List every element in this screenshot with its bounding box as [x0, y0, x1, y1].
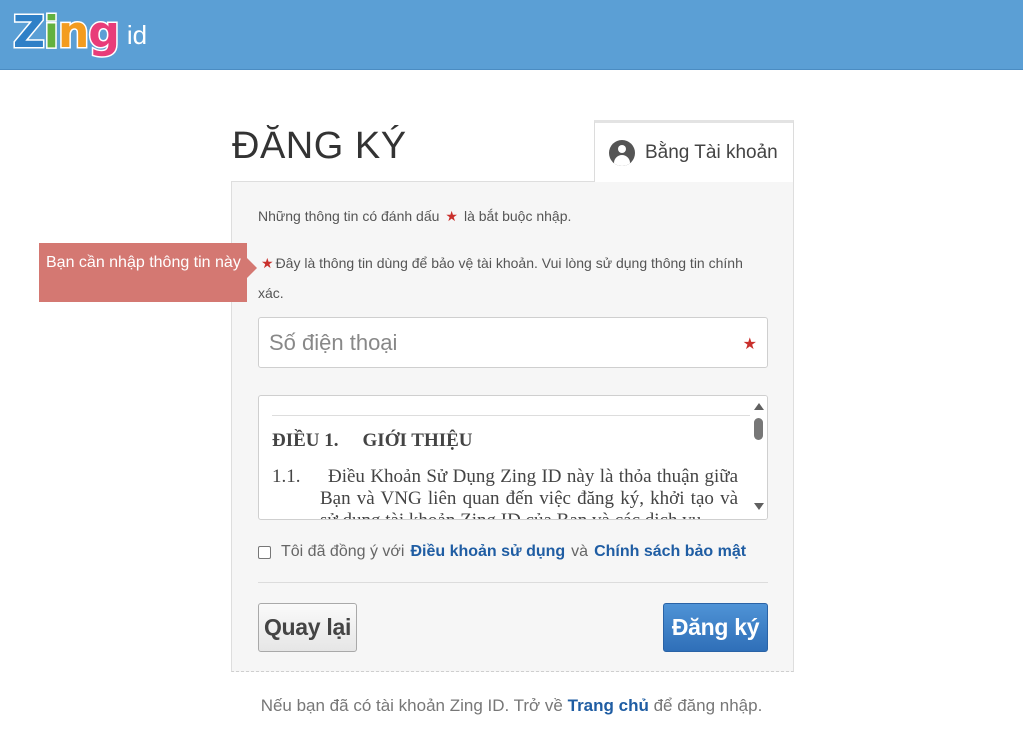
agree-row: Tôi đã đồng ý với Điều khoản sử dụng và … [258, 543, 746, 561]
info-note: ★ Đây là thông tin dùng để bảo vệ tài kho… [258, 255, 743, 301]
phone-input[interactable] [259, 318, 729, 367]
top-header: Zing id [0, 0, 1023, 70]
logo-wordmark: Zing [12, 6, 122, 60]
terms-of-use-link[interactable]: Điều khoản sử dụng [410, 543, 565, 561]
privacy-policy-link[interactable]: Chính sách bảo mật [594, 543, 746, 561]
validation-tooltip: Bạn cần nhập thông tin này [39, 243, 257, 302]
terms-scrollbar[interactable] [750, 396, 767, 519]
scroll-up-icon[interactable] [754, 403, 764, 410]
scroll-down-icon[interactable] [754, 503, 764, 510]
logo-suffix: id [126, 20, 148, 50]
required-star-icon: ★ [742, 336, 757, 353]
home-link[interactable]: Trang chủ [568, 696, 649, 715]
zing-id-logo[interactable]: Zing id [12, 6, 148, 60]
phone-field[interactable]: ★ [258, 317, 768, 368]
back-button[interactable]: Quay lại [258, 603, 357, 652]
divider [258, 582, 768, 583]
user-circle-icon [609, 139, 635, 166]
terms-paragraph: 1.1. Điều Khoản Sử Dụng Zing ID này là th… [272, 466, 738, 519]
register-panel: Những thông tin có đánh dấu ★ là bắt buộc … [231, 181, 794, 672]
terms-heading: ĐIỀU 1. GIỚI THIỆU [272, 430, 473, 451]
register-button[interactable]: Đăng ký [663, 603, 768, 652]
required-star-icon: ★ [261, 255, 274, 271]
required-note: Những thông tin có đánh dấu ★ là bắt buộc … [258, 208, 572, 224]
scroll-thumb[interactable] [754, 418, 763, 440]
tab-account-label: Bằng Tài khoản [645, 141, 778, 163]
tab-account[interactable]: Bằng Tài khoản [594, 120, 794, 182]
agree-label: Tôi đã đồng ý với [281, 543, 405, 560]
required-star-icon: ★ [445, 208, 458, 224]
page-title: ĐĂNG KÝ [232, 125, 407, 167]
terms-box[interactable]: ĐIỀU 1. GIỚI THIỆU 1.1. Điều Khoản Sử Dụng… [258, 395, 768, 520]
terms-divider [272, 415, 750, 416]
footer-note: Nếu bạn đã có tài khoản Zing ID. Trở về … [260, 696, 763, 715]
agree-checkbox[interactable] [258, 545, 271, 559]
agree-and: và [571, 543, 589, 560]
